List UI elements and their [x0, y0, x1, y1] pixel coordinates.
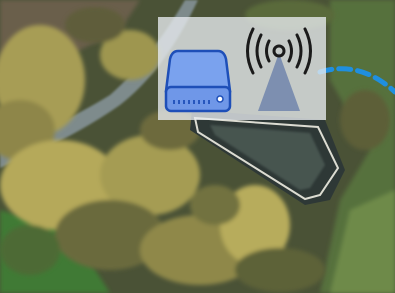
hard-drive-icon — [164, 49, 232, 113]
aerial-scene — [0, 0, 395, 293]
wireless-tower-icon — [246, 27, 312, 111]
device-overlay-panel — [158, 17, 326, 120]
